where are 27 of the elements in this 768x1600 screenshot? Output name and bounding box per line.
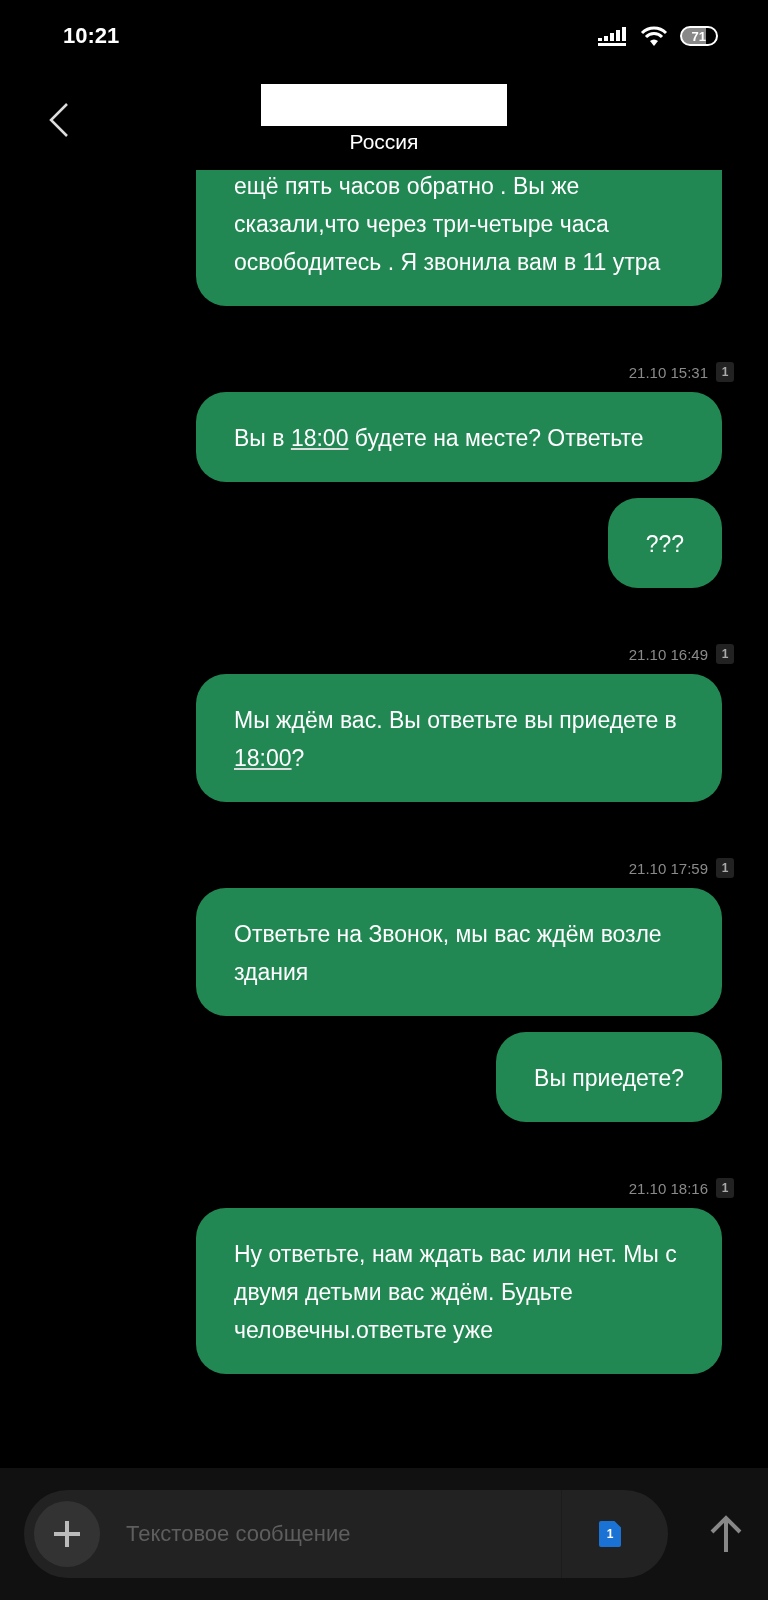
add-button[interactable] [34,1501,100,1567]
contact-subtitle: Россия [349,130,419,154]
message-bubble: Вы в 18:00 будете на месте? Ответьте [196,392,722,482]
message-field[interactable]: Текстовое сообщение 1 [24,1490,668,1578]
sim-badge: 1 [716,644,734,664]
time-link[interactable]: 18:00 [290,425,349,451]
signal-icon [597,26,628,46]
sim-button[interactable]: 1 [562,1521,658,1547]
message-bubble: Ну ответьте, нам ждать вас или нет. Мы с двумя детьми вас ждём. Будьте человечны.ответьте уже [196,1208,722,1374]
message-timestamp: 21.10 18:16 [628,1179,708,1197]
message-timestamp: 21.10 15:31 [628,363,708,381]
message-bubble: Мы ждём вас. Вы ответьте вы приедете в 18:00? [196,674,722,802]
sim-badge: 1 [716,1178,734,1198]
wifi-icon [639,25,668,47]
time-link[interactable]: 18:00 [234,745,292,771]
message-bubble: Вы приедете? [496,1032,722,1122]
message-timestamp: 21.10 17:59 [628,859,708,877]
message-timestamp: 21.10 16:49 [628,645,708,663]
message-bubble: Ответьте на Звонок, мы вас ждём возле здания [196,888,722,1016]
message-bubble: ещё пять часов обратно . Вы же сказали,что через три-четыре часа освободитесь . Я звонила вам в 11 утра [196,170,722,306]
message-bubble: ??? [607,498,722,588]
sim-badge: 1 [716,362,734,382]
status-time: 10:21 [63,23,120,49]
battery-level: 71 [679,26,718,46]
sim-badge: 1 [716,858,734,878]
plus-icon [52,1519,82,1549]
back-icon[interactable] [48,102,70,138]
